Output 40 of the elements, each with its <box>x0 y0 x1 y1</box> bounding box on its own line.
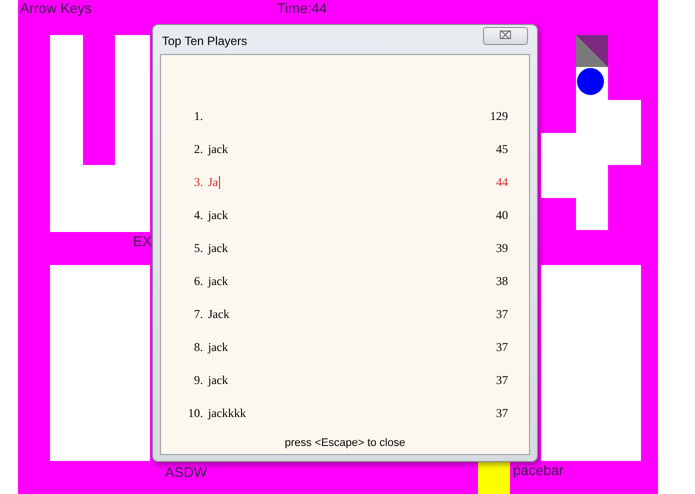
timer-label: Time:44 <box>277 0 328 16</box>
player-name: Jack <box>208 306 230 322</box>
action-label: pacebar <box>513 462 564 478</box>
rank-number: 1. <box>193 108 203 124</box>
score: 37 <box>496 306 508 322</box>
rank-number: 4. <box>193 207 203 223</box>
player-name[interactable]: Ja <box>208 174 218 190</box>
player-name: jack <box>208 339 228 355</box>
rank-number: 2. <box>193 141 203 157</box>
rank-number: 10. <box>187 405 203 421</box>
player-name: jack <box>208 141 228 157</box>
rank-number: 8. <box>193 339 203 355</box>
score: 40 <box>496 207 508 223</box>
score: 37 <box>496 372 508 388</box>
score: 45 <box>496 141 508 157</box>
rank-number: 9. <box>193 372 203 388</box>
score: 39 <box>496 240 508 256</box>
rank-number: 5. <box>193 240 203 256</box>
keys-label: ASDW <box>165 464 207 480</box>
player-name: jack <box>208 207 228 223</box>
close-hint: press <Escape> to close <box>284 437 406 450</box>
score: 38 <box>496 273 508 289</box>
player-name: jack <box>208 273 228 289</box>
score: 37 <box>496 405 508 421</box>
rank-number: 3. <box>193 174 203 190</box>
score: 129 <box>490 108 508 124</box>
tile-icon <box>576 35 608 67</box>
close-button[interactable]: ⌧ <box>483 27 528 45</box>
player-name: jack <box>208 372 228 388</box>
rank-number: 7. <box>193 306 203 322</box>
goal-tile <box>478 462 510 494</box>
player-name: jack <box>208 240 228 256</box>
text-cursor <box>219 176 220 188</box>
rank-number: 6. <box>193 273 203 289</box>
score: 37 <box>496 339 508 355</box>
dialog-title: Top Ten Players <box>162 34 248 48</box>
score: 44 <box>496 174 508 190</box>
controls-label: Arrow Keys <box>20 0 92 16</box>
player-name: jackkkk <box>208 405 246 421</box>
exit-label: EX <box>133 233 152 249</box>
